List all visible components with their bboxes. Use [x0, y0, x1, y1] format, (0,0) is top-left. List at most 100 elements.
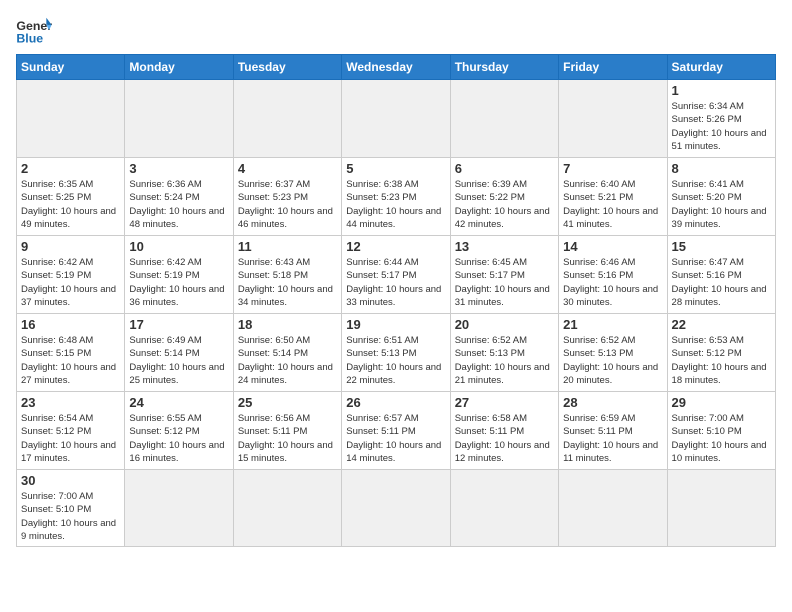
calendar-cell	[450, 80, 558, 158]
day-number: 12	[346, 239, 445, 254]
day-number: 5	[346, 161, 445, 176]
calendar-cell: 16Sunrise: 6:48 AM Sunset: 5:15 PM Dayli…	[17, 314, 125, 392]
day-number: 7	[563, 161, 662, 176]
day-number: 8	[672, 161, 771, 176]
calendar-cell	[559, 470, 667, 547]
day-info: Sunrise: 6:35 AM Sunset: 5:25 PM Dayligh…	[21, 178, 120, 231]
day-number: 19	[346, 317, 445, 332]
calendar-cell: 17 Sunrise: 6:49 AM Sunset: 5:14 PM Dayli…	[125, 314, 233, 392]
calendar-cell: 30 Sunrise: 7:00 AM Sunset: 5:10 PM Dayli…	[17, 470, 125, 547]
day-number: 2	[21, 161, 120, 176]
calendar-cell: 24 Sunrise: 6:55 AM Sunset: 5:12 PM Dayli…	[125, 392, 233, 470]
day-number: 11	[238, 239, 337, 254]
day-number: 3	[129, 161, 228, 176]
calendar-cell	[125, 80, 233, 158]
day-number: 25	[238, 395, 337, 410]
calendar-cell: 5 Sunrise: 6:38 AM Sunset: 5:23 PM Daylig…	[342, 158, 450, 236]
calendar-cell	[233, 80, 341, 158]
weekday-header: Monday	[125, 55, 233, 80]
day-info: Sunrise: 6:48 AM Sunset: 5:15 PM Dayligh…	[21, 334, 120, 387]
day-info: Sunrise: 6:34 AM Sunset: 5:26 PM Dayligh…	[672, 100, 771, 153]
logo-icon: General Blue	[16, 16, 52, 46]
day-info: Sunrise: 6:49 AM Sunset: 5:14 PM Dayligh…	[129, 334, 228, 387]
logo: General Blue	[16, 16, 52, 46]
day-number: 20	[455, 317, 554, 332]
calendar-cell: 10 Sunrise: 6:42 AM Sunset: 5:19 PM Dayli…	[125, 236, 233, 314]
day-number: 21	[563, 317, 662, 332]
day-number: 13	[455, 239, 554, 254]
day-number: 9	[21, 239, 120, 254]
day-number: 29	[672, 395, 771, 410]
calendar-cell	[125, 470, 233, 547]
day-info: Sunrise: 6:36 AM Sunset: 5:24 PM Dayligh…	[129, 178, 228, 231]
day-info: Sunrise: 7:00 AM Sunset: 5:10 PM Dayligh…	[21, 490, 120, 543]
header: General Blue	[16, 16, 776, 46]
calendar-cell: 18 Sunrise: 6:50 AM Sunset: 5:14 PM Dayli…	[233, 314, 341, 392]
calendar-cell: 14 Sunrise: 6:46 AM Sunset: 5:16 PM Dayli…	[559, 236, 667, 314]
weekday-header: Thursday	[450, 55, 558, 80]
svg-text:Blue: Blue	[16, 31, 43, 45]
calendar-cell: 4 Sunrise: 6:37 AM Sunset: 5:23 PM Daylig…	[233, 158, 341, 236]
day-info: Sunrise: 6:37 AM Sunset: 5:23 PM Dayligh…	[238, 178, 337, 231]
calendar-cell: 1Sunrise: 6:34 AM Sunset: 5:26 PM Daylig…	[667, 80, 775, 158]
day-info: Sunrise: 7:00 AM Sunset: 5:10 PM Dayligh…	[672, 412, 771, 465]
calendar-cell: 13 Sunrise: 6:45 AM Sunset: 5:17 PM Dayli…	[450, 236, 558, 314]
day-number: 28	[563, 395, 662, 410]
day-info: Sunrise: 6:59 AM Sunset: 5:11 PM Dayligh…	[563, 412, 662, 465]
day-info: Sunrise: 6:45 AM Sunset: 5:17 PM Dayligh…	[455, 256, 554, 309]
calendar-cell	[667, 470, 775, 547]
calendar-cell: 29 Sunrise: 7:00 AM Sunset: 5:10 PM Dayli…	[667, 392, 775, 470]
calendar-cell: 12 Sunrise: 6:44 AM Sunset: 5:17 PM Dayli…	[342, 236, 450, 314]
calendar-cell: 19 Sunrise: 6:51 AM Sunset: 5:13 PM Dayli…	[342, 314, 450, 392]
calendar-cell	[450, 470, 558, 547]
day-info: Sunrise: 6:53 AM Sunset: 5:12 PM Dayligh…	[672, 334, 771, 387]
calendar-cell: 8 Sunrise: 6:41 AM Sunset: 5:20 PM Daylig…	[667, 158, 775, 236]
day-number: 18	[238, 317, 337, 332]
calendar-cell	[342, 80, 450, 158]
weekday-header: Tuesday	[233, 55, 341, 80]
day-info: Sunrise: 6:52 AM Sunset: 5:13 PM Dayligh…	[563, 334, 662, 387]
day-info: Sunrise: 6:46 AM Sunset: 5:16 PM Dayligh…	[563, 256, 662, 309]
day-info: Sunrise: 6:47 AM Sunset: 5:16 PM Dayligh…	[672, 256, 771, 309]
weekday-header: Sunday	[17, 55, 125, 80]
weekday-header: Friday	[559, 55, 667, 80]
day-number: 24	[129, 395, 228, 410]
day-info: Sunrise: 6:57 AM Sunset: 5:11 PM Dayligh…	[346, 412, 445, 465]
calendar-table: SundayMondayTuesdayWednesdayThursdayFrid…	[16, 54, 776, 547]
day-info: Sunrise: 6:54 AM Sunset: 5:12 PM Dayligh…	[21, 412, 120, 465]
day-info: Sunrise: 6:42 AM Sunset: 5:19 PM Dayligh…	[21, 256, 120, 309]
day-number: 15	[672, 239, 771, 254]
weekday-header: Saturday	[667, 55, 775, 80]
day-info: Sunrise: 6:52 AM Sunset: 5:13 PM Dayligh…	[455, 334, 554, 387]
calendar-cell: 21 Sunrise: 6:52 AM Sunset: 5:13 PM Dayli…	[559, 314, 667, 392]
day-info: Sunrise: 6:51 AM Sunset: 5:13 PM Dayligh…	[346, 334, 445, 387]
day-number: 6	[455, 161, 554, 176]
day-info: Sunrise: 6:55 AM Sunset: 5:12 PM Dayligh…	[129, 412, 228, 465]
day-number: 14	[563, 239, 662, 254]
calendar-cell: 22Sunrise: 6:53 AM Sunset: 5:12 PM Dayli…	[667, 314, 775, 392]
calendar-cell: 3 Sunrise: 6:36 AM Sunset: 5:24 PM Daylig…	[125, 158, 233, 236]
calendar-cell: 15 Sunrise: 6:47 AM Sunset: 5:16 PM Dayli…	[667, 236, 775, 314]
calendar-cell	[342, 470, 450, 547]
day-number: 4	[238, 161, 337, 176]
day-info: Sunrise: 6:58 AM Sunset: 5:11 PM Dayligh…	[455, 412, 554, 465]
day-info: Sunrise: 6:42 AM Sunset: 5:19 PM Dayligh…	[129, 256, 228, 309]
calendar-cell: 2 Sunrise: 6:35 AM Sunset: 5:25 PM Daylig…	[17, 158, 125, 236]
calendar-cell: 11 Sunrise: 6:43 AM Sunset: 5:18 PM Dayli…	[233, 236, 341, 314]
day-info: Sunrise: 6:44 AM Sunset: 5:17 PM Dayligh…	[346, 256, 445, 309]
calendar-cell: 6 Sunrise: 6:39 AM Sunset: 5:22 PM Daylig…	[450, 158, 558, 236]
day-info: Sunrise: 6:38 AM Sunset: 5:23 PM Dayligh…	[346, 178, 445, 231]
calendar-cell	[17, 80, 125, 158]
day-number: 17	[129, 317, 228, 332]
day-info: Sunrise: 6:40 AM Sunset: 5:21 PM Dayligh…	[563, 178, 662, 231]
calendar-cell: 20 Sunrise: 6:52 AM Sunset: 5:13 PM Dayli…	[450, 314, 558, 392]
day-info: Sunrise: 6:39 AM Sunset: 5:22 PM Dayligh…	[455, 178, 554, 231]
calendar-cell	[559, 80, 667, 158]
day-number: 27	[455, 395, 554, 410]
day-number: 30	[21, 473, 120, 488]
day-info: Sunrise: 6:43 AM Sunset: 5:18 PM Dayligh…	[238, 256, 337, 309]
day-info: Sunrise: 6:50 AM Sunset: 5:14 PM Dayligh…	[238, 334, 337, 387]
day-info: Sunrise: 6:41 AM Sunset: 5:20 PM Dayligh…	[672, 178, 771, 231]
weekday-header: Wednesday	[342, 55, 450, 80]
day-number: 10	[129, 239, 228, 254]
